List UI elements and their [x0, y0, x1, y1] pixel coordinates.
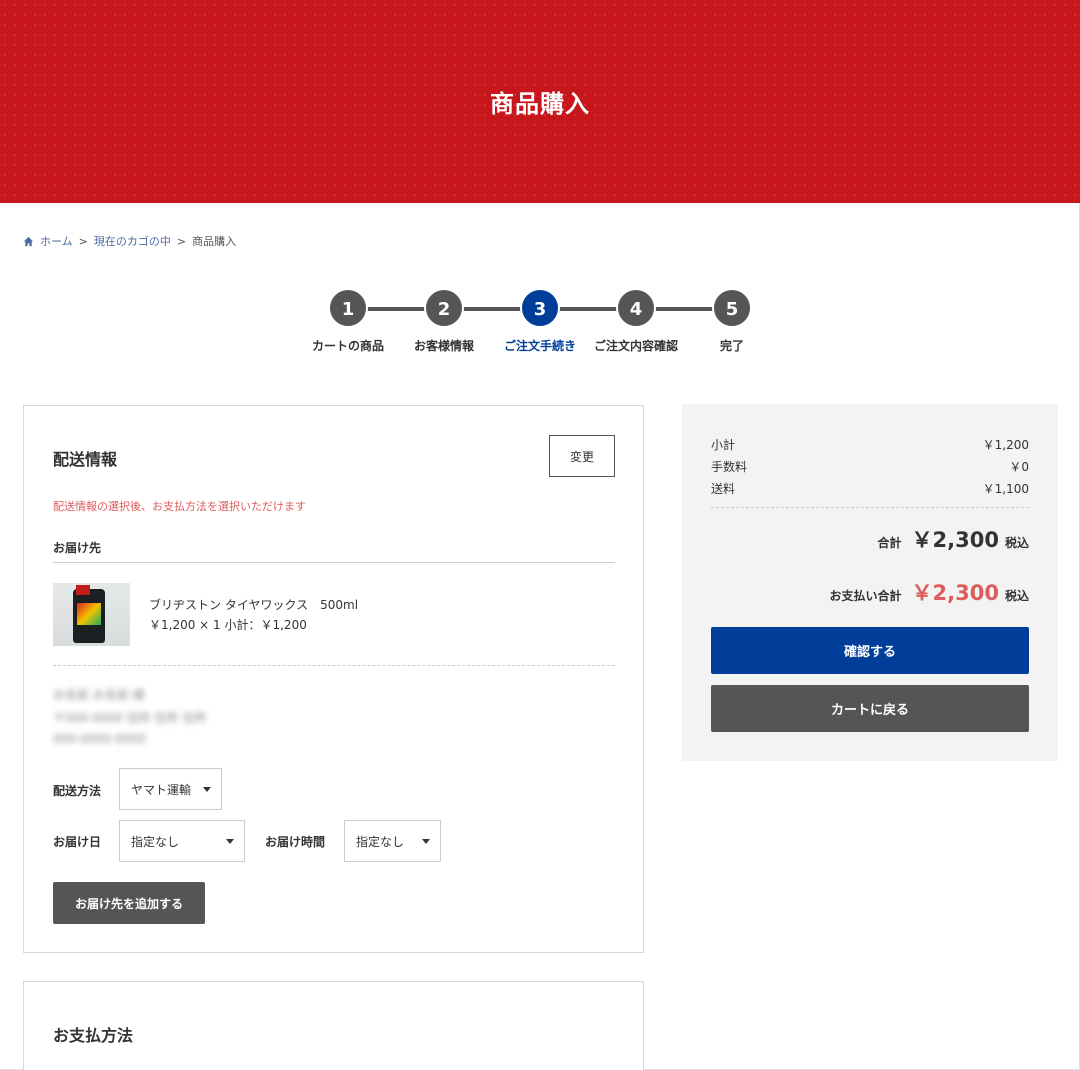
total-row: 合計 ￥2,300 税込: [878, 524, 1029, 554]
product-name: ブリヂストン タイヤワックス 500ml: [149, 598, 359, 612]
product-thumbnail: [53, 583, 130, 646]
fee-value: ￥0: [1009, 460, 1029, 474]
tax-included-label: 税込: [1004, 536, 1029, 550]
step-number: 3: [520, 288, 560, 328]
delivery-time-label: お届け時間: [265, 835, 326, 849]
ship-to-heading: お届け先: [53, 541, 102, 555]
shipping-fee-value: ￥1,100: [982, 482, 1029, 496]
delivery-info-title: 配送情報: [53, 450, 118, 469]
delivery-date-select[interactable]: 指定なし: [119, 820, 245, 862]
step-label: ご注文手続き: [503, 339, 576, 353]
back-to-cart-button[interactable]: カートに戻る: [711, 685, 1029, 732]
shipping-method-value: ヤマト運輸: [131, 782, 192, 797]
step-label: ご注文内容確認: [593, 339, 678, 353]
page-title: 商品購入: [490, 90, 590, 118]
dashed-divider: [711, 507, 1029, 508]
subtotal-row: 小計 ￥1,200: [711, 436, 1029, 453]
total-label: 合計: [877, 536, 902, 550]
step-number: 1: [328, 288, 368, 328]
delivery-notice: 配送情報の選択後、お支払方法を選択いただけます: [53, 500, 306, 513]
step-number: 2: [424, 288, 464, 328]
subtotal-label: 小計: [711, 438, 736, 452]
home-icon: [23, 236, 34, 246]
breadcrumb-home-link[interactable]: ホーム: [40, 233, 73, 249]
product-price-line: ￥1,200 × 1 小計：￥1,200: [149, 618, 307, 632]
chevron-down-icon: [422, 839, 430, 844]
shipping-method-select[interactable]: ヤマト運輸: [119, 768, 222, 810]
chevron-down-icon: [226, 839, 234, 844]
delivery-time-value: 指定なし: [356, 834, 405, 849]
step-label: お客様情報: [413, 339, 474, 353]
payment-method-title: お支払方法: [53, 1026, 134, 1045]
checkout-steps: 1 カートの商品 2 お客様情報 3 ご注文手続き 4 ご注文内容確認 5 完了: [300, 288, 780, 358]
step-label: 完了: [719, 339, 744, 353]
page-header-banner: 商品購入: [0, 0, 1080, 203]
breadcrumb-separator: >: [176, 234, 187, 248]
payment-total-label: お支払い合計: [829, 589, 902, 603]
dashed-divider: [53, 665, 615, 666]
step-label: カートの商品: [311, 339, 384, 353]
breadcrumb-current: 商品購入: [192, 235, 237, 248]
tax-included-label: 税込: [1004, 589, 1029, 603]
step-number: 4: [616, 288, 656, 328]
delivery-date-value: 指定なし: [131, 834, 180, 849]
shipping-method-label: 配送方法: [53, 784, 102, 798]
confirm-button[interactable]: 確認する: [711, 627, 1029, 674]
step-1: 1 カートの商品: [293, 288, 403, 354]
change-delivery-button[interactable]: 変更: [549, 435, 615, 477]
chevron-down-icon: [203, 787, 211, 792]
breadcrumb: ホーム > 現在のカゴの中 > 商品購入: [23, 233, 236, 249]
total-value: ￥2,300: [911, 528, 999, 552]
shipping-fee-label: 送料: [711, 482, 736, 496]
step-2: 2 お客様情報: [389, 288, 499, 354]
shipping-fee-row: 送料 ￥1,100: [711, 480, 1029, 497]
address-phone-blurred: 000-0000-0000: [53, 732, 146, 746]
order-summary-panel: 小計 ￥1,200 手数料 ￥0 送料 ￥1,100 合計 ￥2,300 税込 …: [682, 404, 1058, 761]
step-5: 5 完了: [677, 288, 787, 354]
fee-label: 手数料: [711, 460, 748, 474]
payment-total-value: ￥2,300: [911, 581, 999, 605]
step-3-active: 3 ご注文手続き: [485, 288, 595, 354]
payment-method-card: お支払方法: [23, 981, 644, 1070]
add-destination-button[interactable]: お届け先を追加する: [53, 882, 205, 924]
step-4: 4 ご注文内容確認: [581, 288, 691, 354]
delivery-time-select[interactable]: 指定なし: [344, 820, 441, 862]
breadcrumb-separator: >: [78, 234, 88, 248]
product-bottle-image: [73, 585, 105, 643]
address-line-blurred: 〒000-0000 住所 住所 住所: [53, 711, 207, 725]
payment-total-row: お支払い合計 ￥2,300 税込: [830, 577, 1029, 607]
address-name-blurred: お名前 お名前 様: [53, 688, 145, 702]
delivery-date-label: お届け日: [53, 835, 102, 849]
breadcrumb-cart-link[interactable]: 現在のカゴの中: [94, 233, 171, 249]
fee-row: 手数料 ￥0: [711, 458, 1029, 475]
step-number: 5: [712, 288, 752, 328]
delivery-info-card: 配送情報 変更 配送情報の選択後、お支払方法を選択いただけます お届け先 ブリヂ…: [23, 405, 644, 953]
divider: [53, 562, 615, 563]
subtotal-value: ￥1,200: [982, 438, 1029, 452]
